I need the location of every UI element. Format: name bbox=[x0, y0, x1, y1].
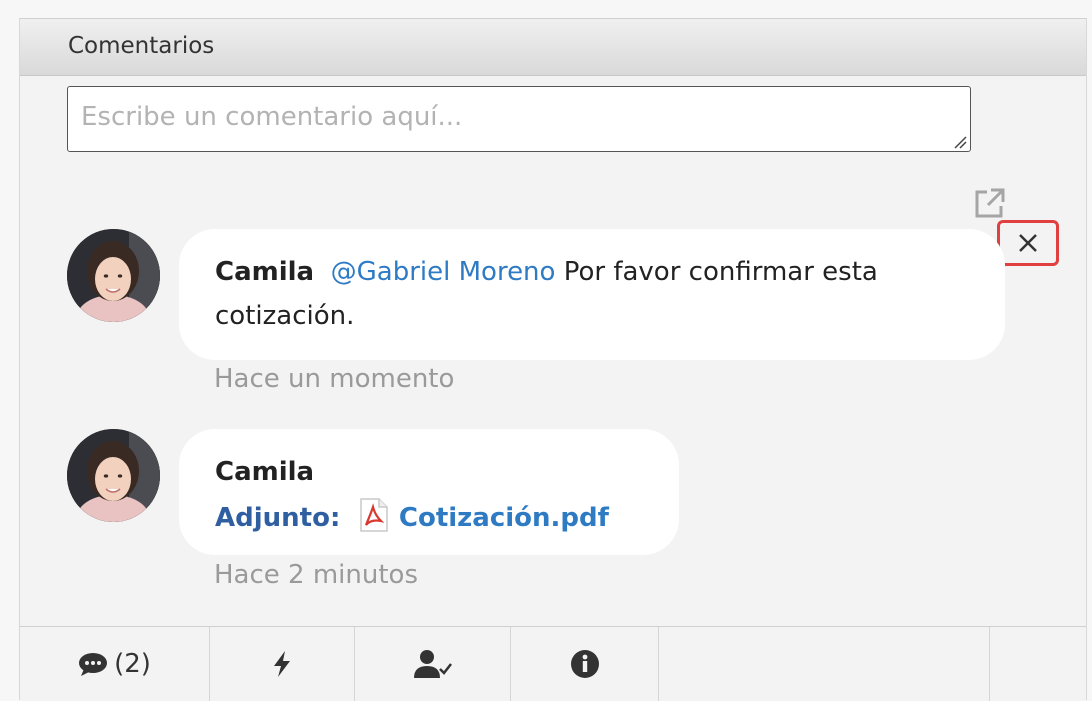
tab-actions[interactable] bbox=[210, 627, 355, 701]
avatar bbox=[67, 229, 160, 322]
comment-timestamp: Hace 2 minutos bbox=[214, 560, 419, 590]
avatar bbox=[67, 429, 160, 522]
attachment-label: Adjunto: bbox=[215, 503, 341, 533]
attachment-filename[interactable]: Cotización.pdf bbox=[399, 503, 609, 533]
close-comment-button[interactable] bbox=[997, 220, 1059, 266]
comment-text: Camila Adjunto: Cotización.pdf bbox=[215, 449, 643, 541]
user-check-icon bbox=[413, 650, 452, 678]
comment-text: Camila @Gabriel Moreno Por favor confirm… bbox=[215, 250, 969, 338]
comment-message: Por favor confirmar esta bbox=[563, 257, 878, 287]
user-photo-icon bbox=[67, 229, 160, 322]
tab-empty bbox=[659, 627, 990, 701]
tab-comments[interactable]: (2) bbox=[20, 627, 210, 701]
comment-author[interactable]: Camila bbox=[215, 257, 314, 287]
comments-panel: Comentarios Camila @ bbox=[19, 18, 1087, 701]
lightning-icon bbox=[274, 651, 290, 677]
tab-info[interactable] bbox=[511, 627, 659, 701]
close-icon bbox=[1019, 234, 1037, 252]
comment-bubble: Camila Adjunto: Cotización.pdf bbox=[179, 429, 679, 555]
panel-header: Comentarios bbox=[20, 18, 1086, 76]
comment-message-continued: cotización. bbox=[215, 301, 355, 331]
comment-author[interactable]: Camila bbox=[215, 457, 314, 487]
attachment-link[interactable]: Cotización.pdf bbox=[349, 498, 609, 533]
external-link-icon[interactable] bbox=[971, 184, 1009, 222]
pdf-icon bbox=[359, 498, 388, 532]
user-photo-icon bbox=[67, 429, 160, 522]
resize-grip-icon[interactable] bbox=[953, 135, 967, 149]
comment-timestamp: Hace un momento bbox=[214, 364, 455, 394]
mention-link[interactable]: @Gabriel Moreno bbox=[331, 257, 556, 287]
info-icon bbox=[570, 650, 599, 678]
footer-toolbar: (2) bbox=[20, 626, 1086, 701]
comments-icon bbox=[79, 653, 108, 676]
tab-assignees[interactable] bbox=[355, 627, 511, 701]
comment-bubble: Camila @Gabriel Moreno Por favor confirm… bbox=[179, 229, 1005, 360]
comment-input[interactable] bbox=[67, 86, 971, 152]
panel-title: Comentarios bbox=[68, 33, 215, 59]
comments-count: (2) bbox=[114, 649, 151, 679]
